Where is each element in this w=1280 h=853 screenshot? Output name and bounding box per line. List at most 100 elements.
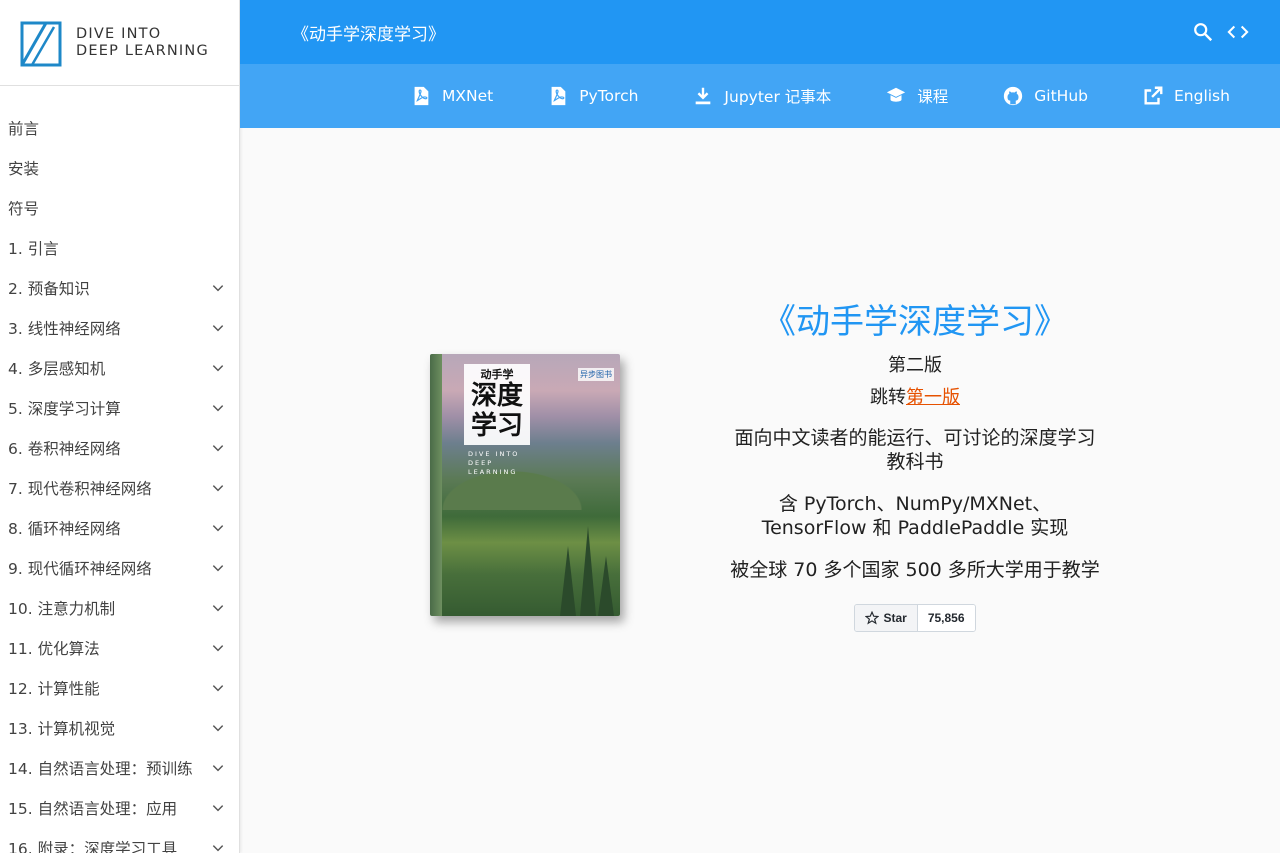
description-1: 面向中文读者的能运行、可讨论的深度学习教科书 xyxy=(734,427,1096,473)
sidebar-item[interactable]: 7. 现代卷积神经网络 xyxy=(0,468,239,508)
description-3: 被全球 70 多个国家 500 多所大学用于教学 xyxy=(730,559,1100,581)
sidebar-nav: 前言安装符号 1. 引言 2. 预备知识 3. 线性神经网络 4. 多层感知机 5. 深度… xyxy=(0,86,239,853)
main-content: 动手学 深度 学习 DIVE INTO DEEP LEARNING 异步图书 《… xyxy=(240,128,1280,853)
chevron-down-icon[interactable] xyxy=(211,721,225,735)
nav-link-label: GitHub xyxy=(1034,87,1088,105)
cover-title-big1: 深度 xyxy=(470,381,523,411)
github-star-count[interactable]: 75,856 xyxy=(917,605,975,631)
chevron-down-icon[interactable] xyxy=(211,441,225,455)
sidebar-item-label: 安装 xyxy=(8,160,40,178)
chevron-down-icon[interactable] xyxy=(211,801,225,815)
pdf-icon xyxy=(551,86,566,106)
github-star-button[interactable]: Star xyxy=(855,605,918,631)
sidebar-item-label: 10. 注意力机制 xyxy=(8,600,116,618)
github-icon xyxy=(1004,86,1023,106)
sidebar-item-label: 15. 自然语言处理：应用 xyxy=(8,800,178,818)
sidebar-item[interactable]: 15. 自然语言处理：应用 xyxy=(0,788,239,828)
sidebar-item[interactable]: 符号 xyxy=(0,188,239,228)
chevron-down-icon[interactable] xyxy=(211,481,225,495)
sidebar-item[interactable]: 13. 计算机视觉 xyxy=(0,708,239,748)
chevron-down-icon[interactable] xyxy=(211,761,225,775)
sidebar-item-label: 2. 预备知识 xyxy=(8,280,90,298)
nav-link-github[interactable]: GitHub xyxy=(1002,85,1088,107)
chevron-down-icon[interactable] xyxy=(211,641,225,655)
sidebar-item-label: 1. 引言 xyxy=(8,240,59,258)
nav-link-label: Jupyter 记事本 xyxy=(724,88,832,106)
github-star-widget: Star 75,856 xyxy=(854,604,976,632)
edition-label: 第二版 xyxy=(888,355,942,376)
sidebar-item-label: 13. 计算机视觉 xyxy=(8,720,116,738)
description-2: 含 PyTorch、NumPy/MXNet、TensorFlow 和 Paddl… xyxy=(761,493,1069,539)
sidebar-item-label: 12. 计算性能 xyxy=(8,680,100,698)
sidebar-item-label: 前言 xyxy=(8,120,40,138)
header-title[interactable]: 《动手学深度学习》 xyxy=(292,20,445,45)
chevron-down-icon[interactable] xyxy=(211,681,225,695)
cover-title-small: 动手学 xyxy=(480,368,514,381)
nav-link-label: MXNet xyxy=(442,87,494,105)
chevron-down-icon[interactable] xyxy=(211,401,225,415)
sidebar-item[interactable]: 9. 现代循环神经网络 xyxy=(0,548,239,588)
chevron-down-icon[interactable] xyxy=(211,561,225,575)
nav-link-label: 课程 xyxy=(917,88,949,106)
sidebar-item[interactable]: 12. 计算性能 xyxy=(0,668,239,708)
code-icon[interactable] xyxy=(1226,21,1250,43)
link-bar: MXNet PyTorch Jupyter 记事本 课程 GitHub English xyxy=(240,64,1280,128)
book-info: 《动手学深度学习》 第二版 跳转第一版 面向中文读者的能运行、可讨论的深度学习教… xyxy=(730,300,1100,632)
nav-link--[interactable]: 课程 xyxy=(885,85,948,107)
sidebar-item[interactable]: 8. 循环神经网络 xyxy=(0,508,239,548)
sidebar-item[interactable]: 10. 注意力机制 xyxy=(0,588,239,628)
sidebar-item[interactable]: 16. 附录：深度学习工具 xyxy=(0,828,239,853)
cover-badge: 异步图书 xyxy=(578,368,614,381)
cover-en-title: DIVE INTO DEEP LEARNING xyxy=(468,450,520,476)
sidebar-item[interactable]: 14. 自然语言处理：预训练 xyxy=(0,748,239,788)
chevron-down-icon[interactable] xyxy=(211,521,225,535)
sidebar-item-label: 11. 优化算法 xyxy=(8,640,100,658)
jump-line: 跳转第一版 xyxy=(730,386,1100,410)
sidebar-item-label: 16. 附录：深度学习工具 xyxy=(8,840,178,853)
sidebar-item[interactable]: 2. 预备知识 xyxy=(0,268,239,308)
nav-link-label: English xyxy=(1173,87,1230,105)
logo-line1: DIVE INTO xyxy=(76,25,162,42)
logo-line2: DEEP LEARNING xyxy=(76,42,209,59)
sidebar-item-label: 14. 自然语言处理：预训练 xyxy=(8,760,193,778)
sidebar-item-label: 8. 循环神经网络 xyxy=(8,520,121,538)
search-icon[interactable] xyxy=(1192,21,1214,43)
sidebar-item[interactable]: 1. 引言 xyxy=(0,228,239,268)
book-logo-icon xyxy=(20,21,62,66)
sidebar-item[interactable]: 11. 优化算法 xyxy=(0,628,239,668)
cover-title-big2: 学习 xyxy=(470,411,523,441)
sidebar-item[interactable]: 5. 深度学习计算 xyxy=(0,388,239,428)
sidebar-item[interactable]: 安装 xyxy=(0,148,239,188)
chevron-down-icon[interactable] xyxy=(211,361,225,375)
sidebar-item[interactable]: 6. 卷积神经网络 xyxy=(0,428,239,468)
download-icon xyxy=(696,87,711,105)
sidebar-item[interactable]: 前言 xyxy=(0,108,239,148)
sidebar-item-label: 9. 现代循环神经网络 xyxy=(8,560,152,578)
nav-link-pytorch[interactable]: PyTorch xyxy=(547,85,638,107)
sidebar: DIVE INTO DEEP LEARNING 前言安装符号 1. 引言 2. 预备… xyxy=(0,0,240,853)
school-icon xyxy=(887,87,906,102)
header-bar: 《动手学深度学习》 xyxy=(240,0,1280,64)
chevron-down-icon[interactable] xyxy=(211,841,225,853)
nav-link-mxnet[interactable]: MXNet xyxy=(410,85,493,107)
chevron-down-icon[interactable] xyxy=(211,601,225,615)
sidebar-item-label: 4. 多层感知机 xyxy=(8,360,106,378)
logo[interactable]: DIVE INTO DEEP LEARNING xyxy=(0,0,239,86)
pdf-icon xyxy=(414,86,429,106)
sidebar-item-label: 6. 卷积神经网络 xyxy=(8,440,121,458)
sidebar-item[interactable]: 4. 多层感知机 xyxy=(0,348,239,388)
sidebar-item-label: 符号 xyxy=(8,200,40,218)
jump-prefix: 跳转 xyxy=(870,387,906,408)
external-link-icon xyxy=(1144,86,1163,105)
sidebar-item-label: 5. 深度学习计算 xyxy=(8,400,121,418)
sidebar-item[interactable]: 3. 线性神经网络 xyxy=(0,308,239,348)
nav-link-label: PyTorch xyxy=(579,87,639,105)
chevron-down-icon[interactable] xyxy=(211,281,225,295)
nav-link-jupyter-[interactable]: Jupyter 记事本 xyxy=(692,85,831,107)
first-edition-link[interactable]: 第一版 xyxy=(906,387,960,408)
page-title: 《动手学深度学习》 xyxy=(762,302,1068,342)
sidebar-item-label: 3. 线性神经网络 xyxy=(8,320,121,338)
star-icon xyxy=(865,611,880,625)
nav-link-english[interactable]: English xyxy=(1142,85,1230,107)
chevron-down-icon[interactable] xyxy=(211,321,225,335)
